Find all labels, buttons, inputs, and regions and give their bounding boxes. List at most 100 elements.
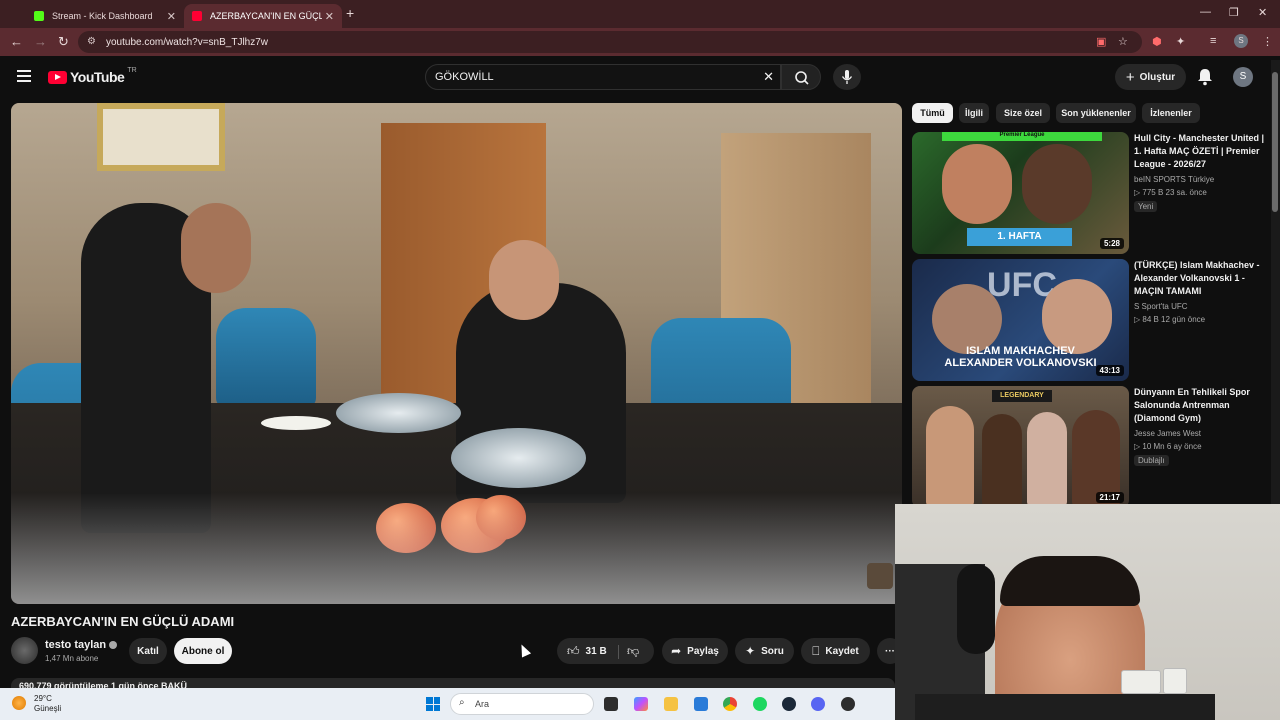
reload-icon[interactable]: ↻ xyxy=(58,34,69,50)
create-button[interactable]: + Oluştur xyxy=(1115,64,1186,90)
thumb-person xyxy=(982,414,1022,506)
like-count[interactable]: 31 B xyxy=(586,646,607,657)
related-video-item[interactable]: UFC ISLAM MAKHACHEV ALEXANDER VOLKANOVSK… xyxy=(912,259,1272,381)
profile-avatar[interactable]: S xyxy=(1234,34,1248,48)
thumb-person xyxy=(932,284,1002,354)
channel-watermark[interactable] xyxy=(867,563,893,589)
account-avatar[interactable]: S xyxy=(1233,67,1253,87)
browser-tab-bar: Stream - Kick Dashboard ✕ AZERBAYCAN'IN … xyxy=(0,0,1280,28)
tab-label: AZERBAYCAN'IN EN GÜÇLÜ AD xyxy=(210,11,322,21)
related-channel[interactable]: Jesse James West xyxy=(1134,429,1201,438)
channel-name[interactable]: testo taylan xyxy=(45,639,118,651)
windows-start-icon[interactable] xyxy=(426,697,440,711)
search-button[interactable] xyxy=(781,64,821,90)
app-icon[interactable] xyxy=(841,697,855,711)
chip-watched[interactable]: İzlenenler xyxy=(1142,103,1200,123)
close-tab-icon[interactable]: ✕ xyxy=(325,10,334,23)
related-video-item[interactable]: Premier League 1. HAFTA 5:28 Hull City -… xyxy=(912,132,1272,254)
search-icon xyxy=(795,71,809,85)
like-divider xyxy=(618,645,619,659)
related-meta: ▷ 10 Mn 6 ay önce xyxy=(1134,442,1202,451)
weather-widget[interactable]: 29°C Güneşli xyxy=(34,694,61,714)
save-button[interactable]: ⎕ Kaydet xyxy=(801,638,870,664)
share-label: Paylaş xyxy=(687,645,719,657)
tab-kick-dashboard[interactable]: Stream - Kick Dashboard ✕ xyxy=(26,4,184,28)
related-channel[interactable]: S Sport'ta UFC xyxy=(1134,302,1188,311)
site-info-icon[interactable]: ⚙ xyxy=(87,36,96,47)
minimize-icon[interactable]: — xyxy=(1200,6,1211,18)
menu-dots-icon[interactable]: ⋮ xyxy=(1262,35,1273,48)
video-frame-plate xyxy=(261,416,331,430)
media-control-icon[interactable]: ≡ xyxy=(1210,35,1216,47)
webcam-person-hair xyxy=(1000,556,1140,606)
copilot-icon[interactable] xyxy=(634,697,648,711)
thumb-person xyxy=(926,406,974,506)
webcam-wall-outlet xyxy=(1121,670,1161,694)
back-icon[interactable]: ← xyxy=(10,34,23,49)
file-explorer-icon[interactable] xyxy=(664,697,678,711)
related-video-item[interactable]: LEGENDARY 21:17 Dünyanın En Tehlikeli Sp… xyxy=(912,386,1272,508)
voice-search-button[interactable] xyxy=(833,64,861,90)
related-channel[interactable]: beIN SPORTS Türkiye xyxy=(1134,175,1214,184)
scrollbar-thumb[interactable] xyxy=(1272,72,1278,212)
sparkle-icon: ✦ xyxy=(745,644,756,658)
chip-recent[interactable]: Son yüklenenler xyxy=(1056,103,1136,123)
related-title[interactable]: Dünyanın En Tehlikeli Spor Salonunda Ant… xyxy=(1134,386,1268,425)
discord-icon[interactable] xyxy=(811,697,825,711)
windows-taskbar: 29°C Güneşli ⌕ Ara xyxy=(0,688,895,720)
related-thumbnail[interactable]: Premier League 1. HAFTA 5:28 xyxy=(912,132,1129,254)
url-text: youtube.com/watch?v=snB_TJlhz7w xyxy=(106,36,269,48)
related-title[interactable]: (TÜRKÇE) Islam Makhachev - Alexander Vol… xyxy=(1134,259,1268,298)
cast-icon[interactable]: ▣ xyxy=(1096,35,1106,48)
more-dots-icon: ··· xyxy=(885,645,895,657)
video-frame-wall-art xyxy=(97,103,225,171)
thumb-person xyxy=(942,144,1012,224)
subscribe-button[interactable]: Abone ol xyxy=(174,638,232,664)
clear-search-icon[interactable]: ✕ xyxy=(763,69,774,85)
tab-youtube-video[interactable]: AZERBAYCAN'IN EN GÜÇLÜ AD ✕ xyxy=(184,4,342,28)
weather-sun-icon[interactable] xyxy=(12,696,26,710)
close-window-icon[interactable]: ✕ xyxy=(1258,6,1267,19)
chip-all[interactable]: Tümü xyxy=(912,103,953,123)
channel-avatar[interactable] xyxy=(11,637,38,664)
thumb-banner: LEGENDARY xyxy=(992,390,1052,402)
ask-button[interactable]: ✦ Soru xyxy=(735,638,794,664)
new-tab-icon[interactable]: + xyxy=(346,5,354,21)
close-tab-icon[interactable]: ✕ xyxy=(167,10,176,23)
steam-icon[interactable] xyxy=(782,697,796,711)
channel-name-text: testo taylan xyxy=(45,639,107,651)
chrome-icon[interactable] xyxy=(723,697,737,711)
related-meta: ▷ 84 B 12 gün önce xyxy=(1134,315,1206,324)
dislike-icon[interactable]: 👎︎ xyxy=(627,644,639,659)
weather-condition: Güneşli xyxy=(34,704,62,713)
related-thumbnail[interactable]: LEGENDARY 21:17 xyxy=(912,386,1129,508)
youtube-logo[interactable]: YouTube TR xyxy=(48,67,137,85)
search-input[interactable]: GÖKOWİLL ✕ xyxy=(425,64,781,90)
chip-related[interactable]: İlgili xyxy=(959,103,989,123)
join-button[interactable]: Katıl xyxy=(129,638,167,664)
new-badge: Yeni xyxy=(1134,201,1158,212)
video-frame-bowl xyxy=(451,428,586,488)
related-title[interactable]: Hull City - Manchester United | 1. Hafta… xyxy=(1134,132,1268,171)
share-button[interactable]: ➦ Paylaş xyxy=(662,638,728,664)
like-icon[interactable]: 👍︎ xyxy=(567,644,580,659)
extensions-icon[interactable]: ✦ xyxy=(1176,35,1185,48)
thumb-person xyxy=(1027,412,1067,506)
url-bar[interactable]: ⚙ youtube.com/watch?v=snB_TJlhz7w xyxy=(78,31,1142,53)
store-icon[interactable] xyxy=(694,697,708,711)
thumb-caption: 1. HAFTA xyxy=(967,228,1072,246)
forward-icon[interactable]: → xyxy=(34,34,47,49)
video-frame-person-head xyxy=(181,203,251,293)
bookmark-star-icon[interactable]: ☆ xyxy=(1118,35,1128,48)
extension-shield-icon[interactable]: ⬢ xyxy=(1152,35,1162,48)
notifications-bell-icon[interactable] xyxy=(1196,67,1214,87)
hamburger-menu-icon[interactable] xyxy=(17,70,31,82)
video-player[interactable] xyxy=(11,103,902,604)
chip-for-you[interactable]: Size özel xyxy=(996,103,1050,123)
task-view-icon[interactable] xyxy=(604,697,618,711)
spotify-icon[interactable] xyxy=(753,697,767,711)
bookmark-icon: ⎕ xyxy=(812,643,820,658)
related-thumbnail[interactable]: UFC ISLAM MAKHACHEV ALEXANDER VOLKANOVSK… xyxy=(912,259,1129,381)
taskbar-search-input[interactable]: ⌕ Ara xyxy=(450,693,594,715)
restore-icon[interactable]: ❐ xyxy=(1229,6,1239,19)
